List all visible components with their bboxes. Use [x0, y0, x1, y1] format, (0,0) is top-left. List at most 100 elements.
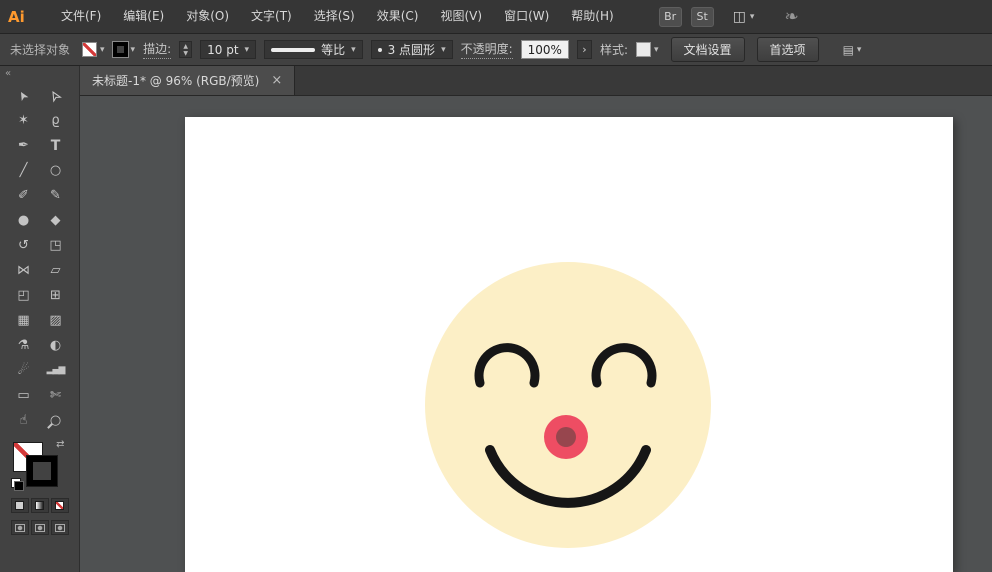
stroke-weight-field[interactable]: 10 pt ▾ — [200, 40, 256, 59]
draw-behind-button[interactable] — [31, 520, 49, 535]
brush-definition-dropdown[interactable]: 3 点圆形 ▾ — [371, 40, 453, 59]
paintbrush-tool[interactable]: ✐ — [10, 183, 38, 208]
control-panel-menu[interactable]: ▤ ▾ — [843, 43, 862, 57]
collapse-panel-icon[interactable]: « — [5, 68, 11, 79]
blend-tool[interactable]: ◐ — [42, 333, 70, 358]
menu-object[interactable]: 对象(O) — [175, 0, 240, 33]
stroke-weight-stepper[interactable]: ▲▼ — [179, 41, 192, 58]
ellipse-icon: ○ — [50, 164, 61, 177]
artboard-tool[interactable]: ▭ — [10, 383, 38, 408]
style-dropdown[interactable]: ▾ — [636, 42, 659, 57]
width-tool[interactable]: ⋈ — [10, 258, 38, 283]
opacity-panel-arrow[interactable]: › — [577, 40, 592, 59]
canvas-area[interactable]: 未标题-1* @ 96% (RGB/预览) × — [80, 66, 992, 572]
menu-edit[interactable]: 编辑(E) — [112, 0, 175, 33]
line-segment-tool[interactable]: ╱ — [10, 158, 38, 183]
mesh-icon: ▦ — [17, 314, 29, 327]
symbol-sprayer-tool[interactable]: ☄ — [10, 358, 38, 383]
uniform-profile-icon — [271, 48, 315, 52]
brush-definition-value: 3 点圆形 — [388, 41, 435, 58]
eraser-tool[interactable]: ◆ — [42, 208, 70, 233]
chevron-down-icon: ▾ — [750, 12, 755, 22]
free-transform-tool[interactable]: ▱ — [42, 258, 70, 283]
chevron-down-icon: ▾ — [351, 45, 356, 55]
direct-selection-tool[interactable]: ➤ — [42, 83, 70, 108]
tools-panel: « ➤ ➤ ✶ ϱ ✒ T ╱ ○ ✐ ✎ ● ◆ ↺ ◳ ⋈ ▱ ◰ ⊞ — [0, 66, 80, 572]
stock-button[interactable]: St — [691, 7, 714, 27]
selection-tool[interactable]: ➤ — [10, 83, 38, 108]
chevron-down-icon: ▾ — [441, 45, 446, 55]
menu-file[interactable]: 文件(F) — [50, 0, 112, 33]
width-tool-icon: ⋈ — [17, 264, 30, 277]
round-brush-icon — [378, 48, 382, 52]
menu-help[interactable]: 帮助(H) — [560, 0, 624, 33]
none-button[interactable] — [51, 498, 69, 513]
lasso-tool[interactable]: ϱ — [42, 108, 70, 133]
preferences-button[interactable]: 首选项 — [757, 37, 819, 62]
opacity-field[interactable]: 100% — [521, 40, 569, 59]
artboard[interactable] — [185, 117, 953, 572]
menu-bar: Ai 文件(F) 编辑(E) 对象(O) 文字(T) 选择(S) 效果(C) 视… — [0, 0, 992, 34]
type-tool[interactable]: T — [42, 133, 70, 158]
bridge-button[interactable]: Br — [659, 7, 682, 27]
rotate-tool[interactable]: ↺ — [10, 233, 38, 258]
eyedropper-tool[interactable]: ⚗ — [10, 333, 38, 358]
hand-tool[interactable]: ☝ — [10, 408, 38, 433]
document-tab-bar: 未标题-1* @ 96% (RGB/预览) × — [80, 66, 992, 96]
scale-tool[interactable]: ◳ — [42, 233, 70, 258]
close-icon[interactable]: × — [271, 74, 282, 87]
slice-tool[interactable]: ✄ — [42, 383, 70, 408]
gradient-icon: ▨ — [49, 314, 61, 327]
ellipse-tool[interactable]: ○ — [42, 158, 70, 183]
document-setup-button[interactable]: 文档设置 — [671, 37, 745, 62]
panel-icon: ▤ — [843, 43, 854, 57]
pencil-tool[interactable]: ✎ — [42, 183, 70, 208]
pen-tool[interactable]: ✒ — [10, 133, 38, 158]
menu-type[interactable]: 文字(T) — [240, 0, 303, 33]
type-icon: T — [51, 139, 61, 153]
color-icon — [15, 501, 24, 510]
menu-window[interactable]: 窗口(W) — [493, 0, 560, 33]
fill-stroke-widget: ⇄ — [11, 439, 69, 491]
perspective-grid-tool[interactable]: ⊞ — [42, 283, 70, 308]
fill-color-picker[interactable]: ▾ — [82, 42, 105, 57]
document-tab[interactable]: 未标题-1* @ 96% (RGB/预览) × — [80, 66, 295, 95]
draw-normal-button[interactable] — [11, 520, 29, 535]
workspace-switcher[interactable]: ◫ ▾ — [733, 9, 755, 25]
gradient-tool[interactable]: ▨ — [42, 308, 70, 333]
column-graph-tool[interactable]: ▂▄▆ — [42, 358, 70, 383]
blob-brush-icon: ● — [18, 214, 29, 227]
smiley-nose-inner[interactable] — [556, 427, 576, 447]
opacity-label[interactable]: 不透明度: — [461, 40, 513, 59]
gradient-swatch-icon — [35, 501, 44, 510]
magic-wand-tool[interactable]: ✶ — [10, 108, 38, 133]
blob-brush-tool[interactable]: ● — [10, 208, 38, 233]
mesh-tool[interactable]: ▦ — [10, 308, 38, 333]
pen-nib-icon: ✒ — [18, 139, 29, 152]
menu-view[interactable]: 视图(V) — [429, 0, 493, 33]
control-bar: 未选择对象 ▾ ▾ 描边: ▲▼ 10 pt ▾ 等比 ▾ 3 点圆形 ▾ 不透… — [0, 34, 992, 66]
decorative-flourish-icon: ❧ — [784, 7, 798, 27]
stroke-profile-value: 等比 — [321, 41, 345, 58]
magic-wand-icon: ✶ — [18, 114, 29, 127]
direct-selection-arrow-icon: ➤ — [48, 88, 63, 103]
tools-panel-header: « — [0, 66, 79, 81]
menu-effect[interactable]: 效果(C) — [366, 0, 430, 33]
stroke-indicator[interactable] — [27, 456, 57, 486]
chevron-down-icon: ▾ — [245, 45, 250, 55]
default-fill-stroke-icon[interactable] — [11, 478, 24, 491]
shape-builder-tool[interactable]: ◰ — [10, 283, 38, 308]
draw-inside-button[interactable] — [51, 520, 69, 535]
swap-fill-stroke-icon[interactable]: ⇄ — [56, 439, 64, 450]
gradient-button[interactable] — [31, 498, 49, 513]
chevron-down-icon: ▾ — [131, 45, 136, 55]
stepper-down-icon: ▼ — [183, 50, 188, 57]
color-button[interactable] — [11, 498, 29, 513]
stroke-weight-label[interactable]: 描边: — [143, 40, 171, 59]
draw-inside-icon — [55, 524, 65, 532]
stroke-profile-dropdown[interactable]: 等比 ▾ — [264, 40, 363, 59]
menu-select[interactable]: 选择(S) — [303, 0, 366, 33]
stroke-color-picker[interactable]: ▾ — [113, 42, 136, 57]
zoom-tool[interactable]: ○ — [42, 408, 70, 433]
perspective-grid-icon: ⊞ — [50, 289, 61, 302]
